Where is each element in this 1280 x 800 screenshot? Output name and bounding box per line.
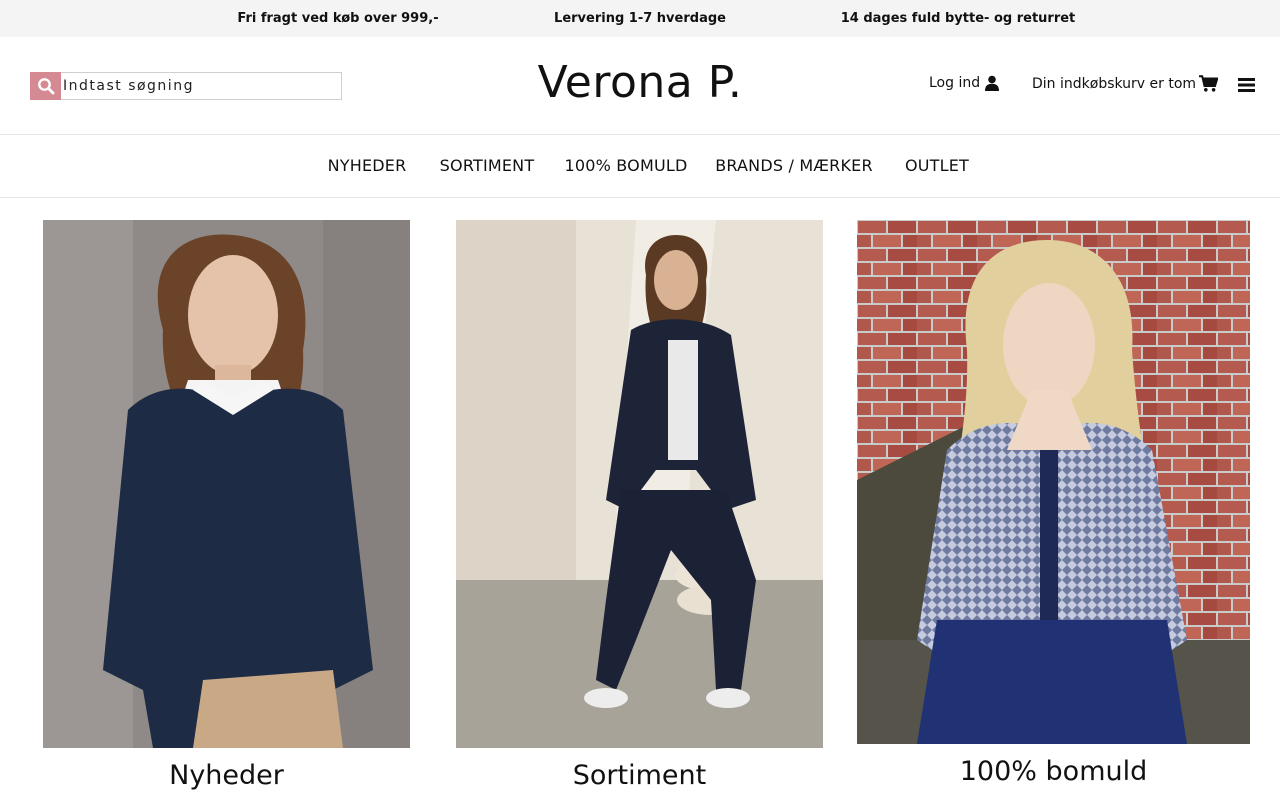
category-image-nyheder[interactable] (43, 220, 410, 748)
cart-link[interactable]: Din indkøbskurv er tom (1032, 75, 1219, 92)
category-label-nyheder[interactable]: Nyheder (169, 760, 284, 791)
menu-button[interactable] (1238, 77, 1255, 92)
search-button[interactable] (30, 72, 61, 100)
nav-item-sortiment[interactable]: SORTIMENT (440, 156, 535, 175)
category-label-bomuld[interactable]: 100% bomuld (960, 756, 1147, 787)
login-link[interactable]: Log ind (929, 75, 1000, 91)
announcement-free-shipping: Fri fragt ved køb over 999,- (237, 11, 439, 26)
user-icon (985, 75, 1000, 91)
nav-item-outlet[interactable]: OUTLET (905, 156, 969, 175)
announcement-delivery: Lervering 1-7 hverdage (554, 11, 726, 26)
site-header: Verona P. Log ind Din indkøbskurv er tom (0, 37, 1280, 135)
announcement-returns: 14 dages fuld bytte- og returret (840, 11, 1076, 26)
category-card-sortiment[interactable]: Sortiment (456, 220, 823, 800)
cart-icon (1199, 75, 1219, 92)
category-card-nyheder[interactable]: Nyheder (43, 220, 410, 800)
nav-item-bomuld[interactable]: 100% BOMULD (564, 156, 687, 175)
category-image-bomuld[interactable] (857, 220, 1250, 744)
search-icon (37, 78, 54, 95)
announcement-bar: Fri fragt ved køb over 999,- Lervering 1… (0, 0, 1280, 37)
nav-item-brands[interactable]: BRANDS / MÆRKER (715, 156, 873, 175)
cart-label: Din indkøbskurv er tom (1032, 75, 1197, 92)
category-card-bomuld[interactable]: 100% bomuld (857, 220, 1250, 800)
site-logo[interactable]: Verona P. (538, 57, 743, 108)
login-label: Log ind (929, 75, 981, 91)
main-nav: NYHEDER SORTIMENT 100% BOMULD BRANDS / M… (0, 135, 1280, 198)
search-input[interactable] (61, 72, 342, 100)
nav-item-nyheder[interactable]: NYHEDER (328, 156, 407, 175)
hamburger-menu-icon (1238, 78, 1255, 92)
category-label-sortiment[interactable]: Sortiment (573, 760, 706, 791)
category-image-sortiment[interactable] (456, 220, 823, 748)
